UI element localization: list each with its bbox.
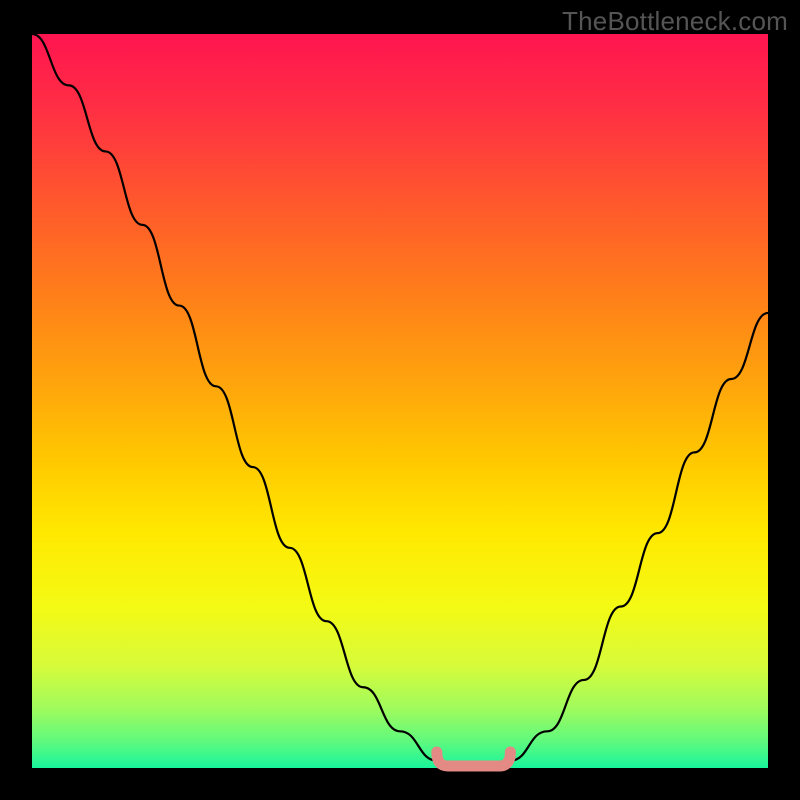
gradient-background [32, 34, 768, 768]
watermark-text: TheBottleneck.com [562, 6, 788, 37]
bottleneck-chart [0, 0, 800, 800]
chart-frame: TheBottleneck.com [0, 0, 800, 800]
